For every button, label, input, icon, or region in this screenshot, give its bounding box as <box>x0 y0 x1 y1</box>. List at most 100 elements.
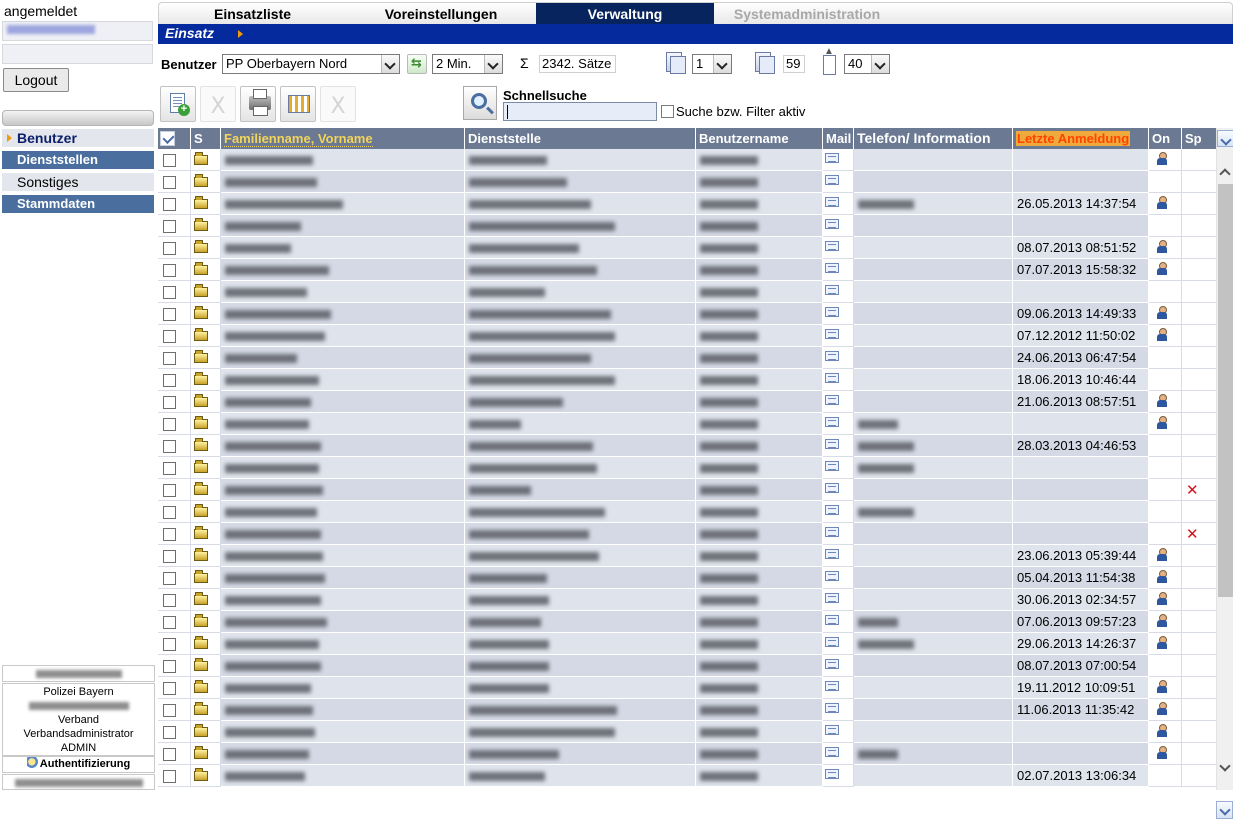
row-checkbox[interactable] <box>163 396 176 409</box>
table-row[interactable] <box>158 281 1217 303</box>
table-row[interactable]: 21.06.2013 08:57:51 <box>158 391 1217 413</box>
row-checkbox[interactable] <box>163 462 176 475</box>
print-button[interactable] <box>240 86 276 122</box>
row-checkbox[interactable] <box>163 770 176 783</box>
row-checkbox[interactable] <box>163 352 176 365</box>
table-row[interactable]: ✕ <box>158 523 1217 545</box>
mail-icon[interactable] <box>825 197 839 207</box>
table-row[interactable]: 11.06.2013 11:35:42 <box>158 699 1217 721</box>
mail-icon[interactable] <box>825 263 839 273</box>
open-folder-icon[interactable] <box>194 328 208 341</box>
table-row[interactable]: 07.06.2013 09:57:23 <box>158 611 1217 633</box>
table-row[interactable]: 24.06.2013 06:47:54 <box>158 347 1217 369</box>
table-row[interactable]: 23.06.2013 05:39:44 <box>158 545 1217 567</box>
open-folder-icon[interactable] <box>194 592 208 605</box>
authentication-link[interactable]: Authentifizierung <box>2 756 155 773</box>
row-checkbox[interactable] <box>163 704 176 717</box>
open-folder-icon[interactable] <box>194 746 208 759</box>
row-checkbox[interactable] <box>163 286 176 299</box>
scroll-down-button[interactable] <box>1217 760 1233 777</box>
scroll-up-button[interactable] <box>1217 164 1233 181</box>
table-row[interactable]: ✕ <box>158 479 1217 501</box>
mail-icon[interactable] <box>825 329 839 339</box>
mail-icon[interactable] <box>825 703 839 713</box>
vertical-scrollbar[interactable] <box>1216 128 1233 790</box>
mail-icon[interactable] <box>825 769 839 779</box>
table-row[interactable] <box>158 743 1217 765</box>
sidebar-item-stammdaten[interactable]: Stammdaten <box>2 195 154 213</box>
row-checkbox[interactable] <box>163 176 176 189</box>
tab-verwaltung[interactable]: Verwaltung <box>536 2 714 24</box>
mail-icon[interactable] <box>825 241 839 251</box>
select-all-checkbox[interactable] <box>160 131 175 146</box>
row-checkbox[interactable] <box>163 264 176 277</box>
open-folder-icon[interactable] <box>194 636 208 649</box>
mail-icon[interactable] <box>825 175 839 185</box>
mail-icon[interactable] <box>825 351 839 361</box>
open-folder-icon[interactable] <box>194 768 208 781</box>
row-checkbox[interactable] <box>163 418 176 431</box>
mail-icon[interactable] <box>825 417 839 427</box>
refresh-interval-select[interactable]: 2 Min. <box>432 54 503 74</box>
open-folder-icon[interactable] <box>194 372 208 385</box>
mail-icon[interactable] <box>825 395 839 405</box>
select-all-header[interactable] <box>158 128 191 149</box>
mail-icon[interactable] <box>825 571 839 581</box>
table-row[interactable]: 08.07.2013 07:00:54 <box>158 655 1217 677</box>
open-folder-icon[interactable] <box>194 284 208 297</box>
search-button[interactable] <box>463 86 497 120</box>
table-row[interactable]: 18.06.2013 10:46:44 <box>158 369 1217 391</box>
mail-icon[interactable] <box>825 527 839 537</box>
mail-icon[interactable] <box>825 285 839 295</box>
table-row[interactable]: 29.06.2013 14:26:37 <box>158 633 1217 655</box>
mail-icon[interactable] <box>825 659 839 669</box>
open-folder-icon[interactable] <box>194 350 208 363</box>
open-folder-icon[interactable] <box>194 680 208 693</box>
table-row[interactable] <box>158 721 1217 743</box>
open-folder-icon[interactable] <box>194 438 208 451</box>
row-checkbox[interactable] <box>163 682 176 695</box>
table-row[interactable]: 28.03.2013 04:46:53 <box>158 435 1217 457</box>
table-row[interactable] <box>158 413 1217 435</box>
open-folder-icon[interactable] <box>194 306 208 319</box>
row-checkbox[interactable] <box>163 484 176 497</box>
table-row[interactable] <box>158 171 1217 193</box>
mail-icon[interactable] <box>825 725 839 735</box>
open-folder-icon[interactable] <box>194 262 208 275</box>
quick-search-input[interactable] <box>503 102 657 121</box>
row-checkbox[interactable] <box>163 616 176 629</box>
open-folder-icon[interactable] <box>194 240 208 253</box>
table-row[interactable]: 09.06.2013 14:49:33 <box>158 303 1217 325</box>
row-checkbox[interactable] <box>163 154 176 167</box>
scroll-thumb[interactable] <box>1218 184 1233 597</box>
open-folder-icon[interactable] <box>194 614 208 627</box>
mail-icon[interactable] <box>825 483 839 493</box>
tab-einsatzliste[interactable]: Einsatzliste <box>158 2 346 24</box>
row-checkbox[interactable] <box>163 374 176 387</box>
table-row[interactable]: 08.07.2013 08:51:52 <box>158 237 1217 259</box>
refresh-button[interactable]: ⇆ <box>407 54 427 74</box>
mail-icon[interactable] <box>825 373 839 383</box>
open-folder-icon[interactable] <box>194 152 208 165</box>
row-checkbox[interactable] <box>163 528 176 541</box>
open-folder-icon[interactable] <box>194 482 208 495</box>
logout-button[interactable]: Logout <box>3 68 69 92</box>
table-row[interactable] <box>158 501 1217 523</box>
mail-icon[interactable] <box>825 219 839 229</box>
open-folder-icon[interactable] <box>194 548 208 561</box>
table-row[interactable]: 02.07.2013 13:06:34 <box>158 765 1217 787</box>
row-checkbox[interactable] <box>163 638 176 651</box>
table-row[interactable] <box>158 457 1217 479</box>
page-select[interactable]: 1 <box>692 54 732 74</box>
table-row[interactable]: 05.04.2013 11:54:38 <box>158 567 1217 589</box>
mail-icon[interactable] <box>825 307 839 317</box>
open-folder-icon[interactable] <box>194 416 208 429</box>
table-row[interactable] <box>158 215 1217 237</box>
mail-icon[interactable] <box>825 505 839 515</box>
configure-columns-button[interactable] <box>280 86 316 122</box>
column-menu-button[interactable] <box>1217 130 1233 147</box>
row-checkbox[interactable] <box>163 242 176 255</box>
sidebar-item-sonstiges[interactable]: Sonstiges <box>2 173 154 191</box>
row-checkbox[interactable] <box>163 748 176 761</box>
open-folder-icon[interactable] <box>194 174 208 187</box>
